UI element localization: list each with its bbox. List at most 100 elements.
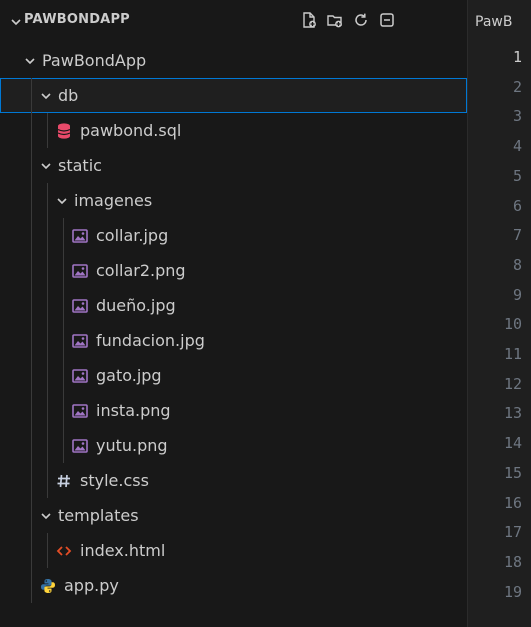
chevron-down-icon[interactable] xyxy=(38,158,54,174)
line-number: 4 xyxy=(512,137,522,156)
indent-guide xyxy=(31,288,32,323)
folder-static[interactable]: static xyxy=(0,148,467,183)
file-yutu-png[interactable]: yutu.png xyxy=(0,428,467,463)
indent-guide xyxy=(31,183,32,218)
indent-guide xyxy=(63,358,64,393)
line-number: 8 xyxy=(512,255,522,274)
image-icon xyxy=(70,227,90,245)
line-number: 13 xyxy=(503,404,522,423)
chevron-down-icon[interactable] xyxy=(10,13,22,32)
line-number: 12 xyxy=(503,374,522,393)
tree-item-label: style.css xyxy=(80,470,149,490)
file-style-css[interactable]: style.css xyxy=(0,463,467,498)
tree-item-label: collar2.png xyxy=(96,260,186,280)
css-hash-icon xyxy=(54,472,74,490)
tree-item-label: index.html xyxy=(80,540,166,560)
tree-item-label: yutu.png xyxy=(96,435,168,455)
editor-tab-label[interactable]: PawB xyxy=(475,14,512,30)
tree-item-label: gato.jpg xyxy=(96,365,162,385)
indent-guide xyxy=(31,533,32,568)
line-number: 2 xyxy=(512,77,522,96)
file-fundacion-jpg[interactable]: fundacion.jpg xyxy=(0,323,467,358)
line-number: 1 xyxy=(512,48,522,66)
indent-guide xyxy=(47,113,48,148)
indent-guide xyxy=(47,393,48,428)
folder-pawbondapp[interactable]: PawBondApp xyxy=(0,43,467,78)
folder-db[interactable]: db xyxy=(0,78,467,113)
file-pawbond-sql[interactable]: pawbond.sql xyxy=(0,113,467,148)
indent-guide xyxy=(47,428,48,463)
file-gato-jpg[interactable]: gato.jpg xyxy=(0,358,467,393)
collapse-all-icon[interactable] xyxy=(374,8,400,32)
file-insta-png[interactable]: insta.png xyxy=(0,393,467,428)
tree-item-label: db xyxy=(58,85,79,105)
chevron-down-icon[interactable] xyxy=(54,193,70,209)
image-icon xyxy=(70,297,90,315)
folder-imagenes[interactable]: imagenes xyxy=(0,183,467,218)
indent-guide xyxy=(31,113,32,148)
line-number: 18 xyxy=(503,552,522,571)
line-number: 17 xyxy=(503,523,522,542)
tree-item-label: insta.png xyxy=(96,400,171,420)
python-icon xyxy=(38,577,58,595)
image-icon xyxy=(70,262,90,280)
indent-guide xyxy=(47,253,48,288)
indent-guide xyxy=(47,288,48,323)
tree-item-label: imagenes xyxy=(74,190,153,210)
tree-item-label: dueño.jpg xyxy=(96,295,176,315)
tree-item-label: templates xyxy=(58,505,139,525)
indent-guide xyxy=(31,393,32,428)
html-icon xyxy=(54,542,74,560)
file-dueno-jpg[interactable]: dueño.jpg xyxy=(0,288,467,323)
indent-guide xyxy=(47,533,48,568)
line-number: 3 xyxy=(512,107,522,126)
new-file-icon[interactable] xyxy=(296,8,322,32)
indent-guide xyxy=(31,148,32,183)
file-index-html[interactable]: index.html xyxy=(0,533,467,568)
explorer-section-header[interactable]: PAWBONDAPP xyxy=(0,0,467,40)
indent-guide xyxy=(63,428,64,463)
line-number: 7 xyxy=(512,226,522,245)
editor-area[interactable]: PawB 1 2 3 4 5 6 7 8 9 10 11 12 13 14 15 16 17 18 19 xyxy=(467,0,531,627)
indent-guide xyxy=(47,218,48,253)
line-number: 14 xyxy=(503,434,522,453)
tree-item-label: collar.jpg xyxy=(96,225,169,245)
explorer-panel: PAWBONDAPP PawBondApp db pawbond.sql sta… xyxy=(0,0,467,627)
tree-item-label: pawbond.sql xyxy=(80,120,182,140)
chevron-down-icon[interactable] xyxy=(38,508,54,524)
vscode-window: PAWBONDAPP PawBondApp db pawbond.sql sta… xyxy=(0,0,531,627)
indent-guide xyxy=(47,358,48,393)
indent-guide xyxy=(63,323,64,358)
line-number: 10 xyxy=(503,315,522,334)
indent-guide xyxy=(47,463,48,498)
line-number: 15 xyxy=(503,463,522,482)
indent-guide xyxy=(31,323,32,358)
tree-item-label: fundacion.jpg xyxy=(96,330,205,350)
tree-item-label: PawBondApp xyxy=(42,50,147,70)
indent-guide xyxy=(31,463,32,498)
image-icon xyxy=(70,402,90,420)
indent-guide xyxy=(31,428,32,463)
file-collar-jpg[interactable]: collar.jpg xyxy=(0,218,467,253)
indent-guide xyxy=(31,218,32,253)
refresh-icon[interactable] xyxy=(348,8,374,32)
chevron-down-icon[interactable] xyxy=(38,88,54,104)
image-icon xyxy=(70,367,90,385)
explorer-title: PAWBONDAPP xyxy=(24,12,130,27)
indent-guide xyxy=(63,218,64,253)
line-number: 6 xyxy=(512,196,522,215)
folder-templates[interactable]: templates xyxy=(0,498,467,533)
line-number: 5 xyxy=(512,166,522,185)
file-app-py[interactable]: app.py xyxy=(0,568,467,603)
file-tree: PawBondApp db pawbond.sql static imagenes col… xyxy=(0,43,467,603)
indent-guide xyxy=(31,568,32,603)
image-icon xyxy=(70,437,90,455)
indent-guide xyxy=(31,78,32,113)
indent-guide xyxy=(63,288,64,323)
chevron-down-icon[interactable] xyxy=(22,53,38,69)
database-icon xyxy=(54,122,74,140)
indent-guide xyxy=(47,183,48,218)
indent-guide xyxy=(31,358,32,393)
file-collar2-png[interactable]: collar2.png xyxy=(0,253,467,288)
new-folder-icon[interactable] xyxy=(322,8,348,32)
